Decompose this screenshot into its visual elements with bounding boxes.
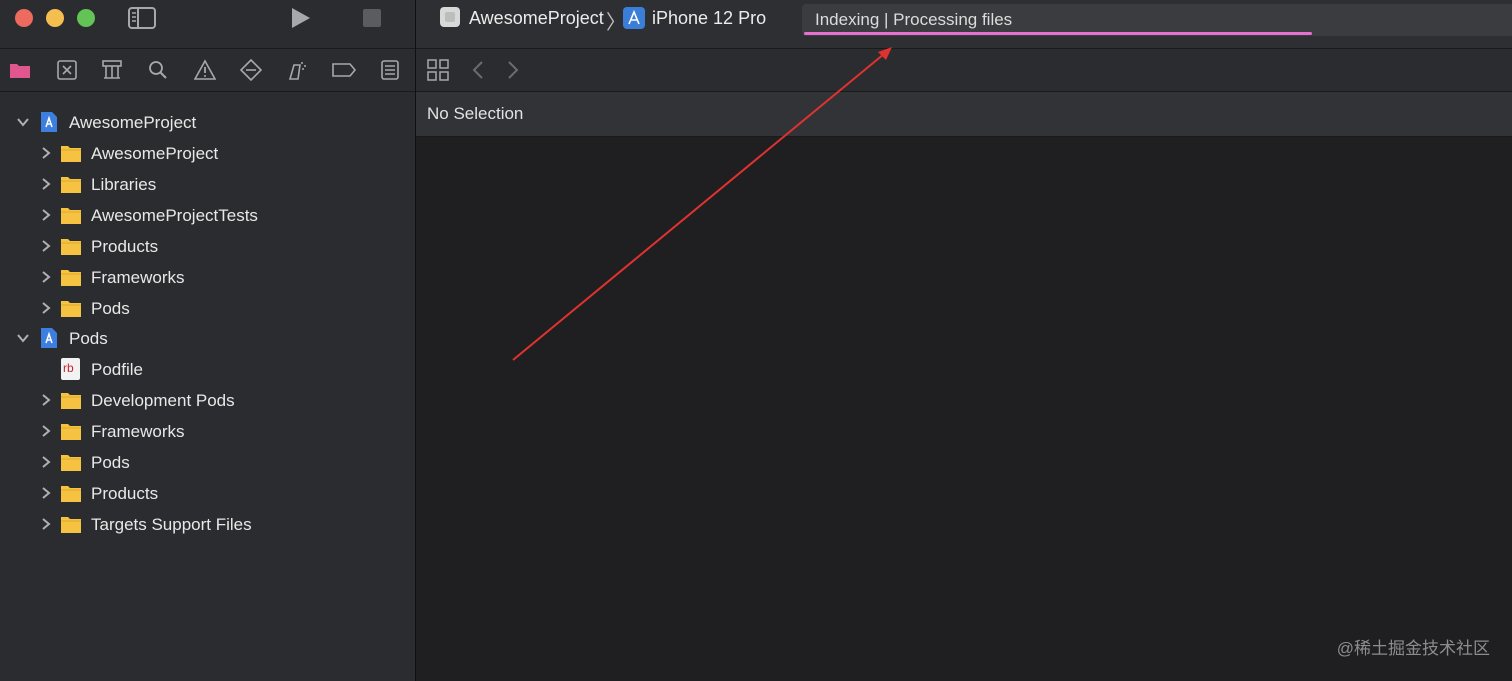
- tree-row-label: Products: [91, 484, 159, 503]
- folder-icon: [61, 208, 81, 224]
- chevron-down-icon[interactable]: [16, 330, 30, 346]
- scheme-selector[interactable]: AwesomeProject: [469, 8, 604, 29]
- stop-icon[interactable]: [363, 9, 381, 27]
- debug-icon[interactable]: [286, 59, 308, 81]
- folder-icon: [61, 146, 81, 162]
- simulator-device-icon[interactable]: [623, 7, 645, 29]
- folder-icon: [61, 424, 81, 440]
- chevron-right-icon[interactable]: [39, 207, 53, 223]
- tree-row-folder[interactable]: Libraries: [0, 170, 415, 200]
- tree-row-folder[interactable]: Development Pods: [0, 386, 415, 416]
- chevron-right-icon[interactable]: [506, 60, 520, 80]
- folder-icon: [61, 239, 81, 255]
- tree-row-folder[interactable]: Products: [0, 232, 415, 262]
- tree-row-label: AwesomeProject: [69, 113, 197, 132]
- chevron-right-icon[interactable]: [39, 423, 53, 439]
- jump-bar: [416, 49, 1512, 92]
- minimize-window-button[interactable]: [46, 9, 64, 27]
- find-icon[interactable]: [147, 59, 169, 81]
- no-selection-label: No Selection: [427, 104, 524, 123]
- zoom-window-button[interactable]: [77, 9, 95, 27]
- navigator-sidebar: AwesomeProject AwesomeProject Libraries …: [0, 0, 416, 681]
- tree-row-folder[interactable]: Pods: [0, 294, 415, 324]
- tree-row-file[interactable]: rb Podfile: [0, 355, 415, 385]
- report-icon[interactable]: [379, 59, 401, 81]
- tree-row-folder[interactable]: AwesomeProjectTests: [0, 201, 415, 231]
- indexing-progress-bar: [804, 32, 1510, 35]
- tree-row-label: Podfile: [91, 360, 143, 379]
- source-control-icon[interactable]: [56, 59, 78, 81]
- folder-icon: [61, 177, 81, 193]
- symbol-icon[interactable]: [101, 59, 123, 81]
- activity-status-text: Indexing | Processing files: [815, 10, 1013, 29]
- chevron-right-icon[interactable]: [39, 176, 53, 192]
- tree-row-folder[interactable]: Frameworks: [0, 417, 415, 447]
- tree-row-label: Pods: [91, 299, 130, 318]
- related-items-grid-icon[interactable]: [427, 59, 449, 81]
- tree-row-label: AwesomeProjectTests: [91, 206, 258, 225]
- device-selector[interactable]: iPhone 12 Pro: [652, 8, 766, 29]
- chevron-down-icon[interactable]: [16, 114, 30, 130]
- tree-row-label: Pods: [91, 453, 130, 472]
- editor-header-bar: No Selection: [416, 92, 1512, 137]
- tree-row-label: Frameworks: [91, 268, 185, 287]
- watermark-text: @稀土掘金技术社区: [1336, 639, 1490, 658]
- tree-row-label: Targets Support Files: [91, 515, 252, 534]
- tree-row-label: AwesomeProject: [91, 144, 219, 163]
- tree-row-folder[interactable]: Products: [0, 479, 415, 509]
- tree-row-project[interactable]: AwesomeProject: [0, 108, 415, 138]
- toolbar: AwesomeProject 〉 iPhone 12 Pro Indexing …: [416, 0, 1512, 49]
- folder-icon: [61, 393, 81, 409]
- ruby-file-icon: rb: [61, 358, 80, 380]
- folder-icon: [61, 301, 81, 317]
- sidebar-toggle-icon[interactable]: [128, 6, 156, 30]
- tree-row-folder[interactable]: Targets Support Files: [0, 510, 415, 540]
- run-play-icon[interactable]: [290, 6, 312, 30]
- folder-icon[interactable]: [9, 59, 31, 81]
- chevron-right-icon[interactable]: [39, 269, 53, 285]
- folder-icon: [61, 517, 81, 533]
- close-window-button[interactable]: [15, 9, 33, 27]
- xcode-project-icon: [41, 112, 57, 132]
- tree-row-label: Development Pods: [91, 391, 235, 410]
- activity-view: Indexing | Processing files: [802, 4, 1512, 36]
- indexing-progress-fill: [804, 32, 1313, 35]
- folder-icon: [61, 270, 81, 286]
- xcode-project-icon: [41, 328, 57, 348]
- ruby-file-icon-label: rb: [63, 361, 74, 375]
- chevron-right-icon[interactable]: [39, 485, 53, 501]
- breakpoint-icon[interactable]: [331, 59, 357, 81]
- chevron-right-icon[interactable]: [39, 145, 53, 161]
- navigator-selector-bar: [0, 49, 415, 92]
- tree-row-label: Products: [91, 237, 159, 256]
- app-scheme-icon[interactable]: [440, 7, 460, 27]
- tree-row-label: Pods: [69, 329, 108, 348]
- window-titlebar: [0, 0, 415, 49]
- chevron-right-icon[interactable]: [39, 300, 53, 316]
- folder-icon: [61, 486, 81, 502]
- folder-icon: [61, 455, 81, 471]
- tree-row-folder[interactable]: Pods: [0, 448, 415, 478]
- chevron-right-icon[interactable]: [39, 516, 53, 532]
- tree-row-folder[interactable]: Frameworks: [0, 263, 415, 293]
- editor-area: AwesomeProject 〉 iPhone 12 Pro Indexing …: [416, 0, 1512, 681]
- issue-icon[interactable]: [194, 59, 216, 81]
- chevron-right-icon[interactable]: [39, 392, 53, 408]
- tree-row-label: Libraries: [91, 175, 157, 194]
- chevron-left-icon[interactable]: [471, 60, 485, 80]
- tree-row-label: Frameworks: [91, 422, 185, 441]
- test-icon[interactable]: [240, 59, 262, 81]
- chevron-right-icon[interactable]: [39, 454, 53, 470]
- chevron-right-icon[interactable]: [39, 238, 53, 254]
- tree-row-project[interactable]: Pods: [0, 324, 415, 354]
- tree-row-folder[interactable]: AwesomeProject: [0, 139, 415, 169]
